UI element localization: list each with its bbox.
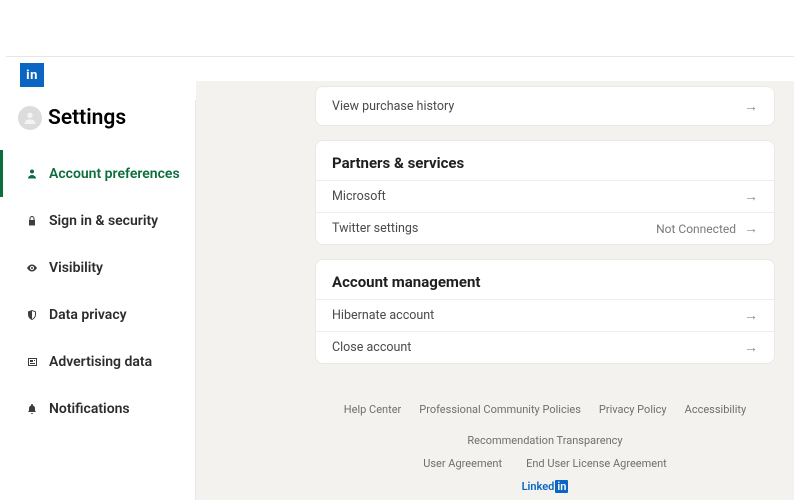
row-hibernate-account[interactable]: Hibernate account →: [316, 299, 774, 331]
row-label: Hibernate account: [332, 308, 434, 323]
card-title: Partners & services: [316, 141, 774, 180]
card-purchase-history: View purchase history →: [316, 87, 774, 125]
row-label: Twitter settings: [332, 221, 418, 236]
shield-icon: [25, 309, 39, 321]
footer-link[interactable]: Professional Community Policies: [419, 403, 581, 416]
main-content: View purchase history → Partners & servi…: [196, 81, 794, 500]
row-microsoft[interactable]: Microsoft →: [316, 180, 774, 212]
footer-link[interactable]: Accessibility: [685, 403, 747, 416]
lock-icon: [25, 215, 39, 227]
newspaper-icon: [25, 356, 39, 368]
row-meta: Not Connected: [656, 222, 736, 236]
card-title: Account management: [316, 260, 774, 299]
footer-link[interactable]: Help Center: [344, 403, 402, 416]
footer-logo: Linkedin: [316, 480, 774, 493]
footer: Help Center Professional Community Polic…: [316, 403, 774, 493]
sidebar-item-notifications[interactable]: Notifications: [0, 385, 195, 432]
linkedin-logo[interactable]: in: [20, 63, 44, 87]
person-icon: [25, 168, 39, 180]
row-label: Close account: [332, 340, 411, 355]
row-close-account[interactable]: Close account →: [316, 331, 774, 363]
chevron-right-icon: →: [744, 220, 758, 237]
chevron-right-icon: →: [744, 98, 758, 115]
row-view-purchase-history[interactable]: View purchase history →: [316, 87, 774, 125]
sidebar-item-label: Advertising data: [49, 354, 152, 370]
footer-link[interactable]: Recommendation Transparency: [467, 434, 622, 447]
card-partners-services: Partners & services Microsoft → Twitter …: [316, 141, 774, 244]
sidebar-item-visibility[interactable]: Visibility: [0, 244, 195, 291]
sidebar-item-label: Sign in & security: [49, 213, 158, 229]
page-title: Settings: [48, 106, 126, 130]
eye-icon: [25, 262, 39, 274]
sidebar-item-label: Notifications: [49, 401, 130, 417]
avatar: [18, 106, 42, 130]
chevron-right-icon: →: [744, 188, 758, 205]
card-account-management: Account management Hibernate account → C…: [316, 260, 774, 363]
sidebar-item-data-privacy[interactable]: Data privacy: [0, 291, 195, 338]
sidebar-item-sign-in-security[interactable]: Sign in & security: [0, 197, 195, 244]
footer-link[interactable]: User Agreement: [423, 457, 502, 470]
chevron-right-icon: →: [744, 339, 758, 356]
bell-icon: [25, 403, 39, 415]
footer-link[interactable]: Privacy Policy: [599, 403, 667, 416]
chevron-right-icon: →: [744, 307, 758, 324]
sidebar-item-label: Visibility: [49, 260, 103, 276]
sidebar: Settings Account preferences Sign in & s…: [0, 100, 196, 500]
footer-link[interactable]: End User License Agreement: [526, 457, 667, 470]
sidebar-item-label: Data privacy: [49, 307, 127, 323]
sidebar-item-label: Account preferences: [49, 166, 180, 182]
row-twitter-settings[interactable]: Twitter settings Not Connected →: [316, 212, 774, 244]
sidebar-item-advertising-data[interactable]: Advertising data: [0, 338, 195, 385]
sidebar-item-account-preferences[interactable]: Account preferences: [0, 150, 195, 197]
row-label: Microsoft: [332, 189, 386, 204]
row-label: View purchase history: [332, 99, 454, 114]
